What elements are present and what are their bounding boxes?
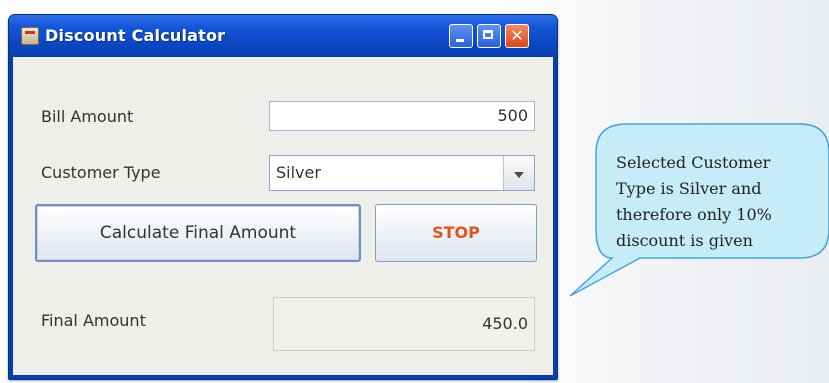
callout-text: Selected Customer Type is Silver and the… [616,150,826,254]
callout-line: discount is given [616,231,753,250]
calculate-button[interactable]: Calculate Final Amount [35,204,361,262]
app-window: Discount Calculator ✕ Bill Amount 500 Cu… [8,14,558,380]
app-icon [21,27,39,45]
bill-amount-input[interactable]: 500 [269,101,535,131]
customer-type-select[interactable]: Silver [269,155,535,191]
bill-amount-label: Bill Amount [41,107,134,126]
callout-line: Type is Silver and [616,179,762,198]
customer-type-label: Customer Type [41,163,161,182]
title-bar[interactable]: Discount Calculator ✕ [9,15,557,57]
callout-line: therefore only 10% [616,205,772,224]
minimize-icon[interactable] [449,24,473,48]
callout-line: Selected Customer [616,153,771,172]
chevron-down-icon[interactable] [503,156,534,190]
customer-type-value: Silver [276,163,321,182]
stop-button[interactable]: STOP [375,204,537,262]
final-amount-label: Final Amount [41,311,146,330]
final-amount-output: 450.0 [273,297,535,351]
close-icon[interactable]: ✕ [505,24,529,48]
window-title: Discount Calculator [45,26,226,45]
maximize-icon[interactable] [477,24,501,48]
window-content: Bill Amount 500 Customer Type Silver Cal… [13,57,553,375]
